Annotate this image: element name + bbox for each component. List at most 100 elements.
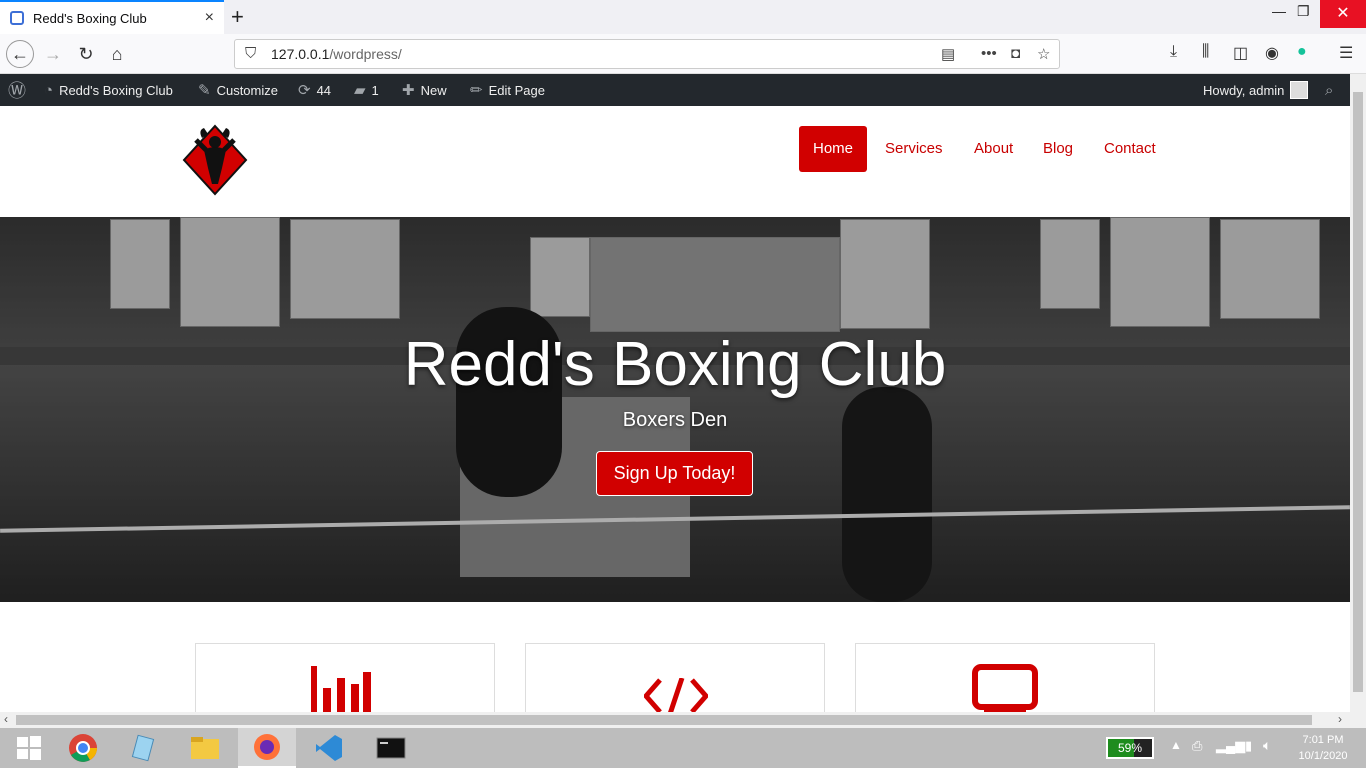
bar-chart-icon [311, 666, 371, 714]
terminal-icon [376, 737, 406, 759]
feature-card [855, 643, 1155, 713]
site-header: Home Services About Blog Contact [0, 106, 1350, 217]
brush-icon: ✎ [198, 82, 211, 99]
customize-label: Customize [216, 82, 278, 98]
admin-site-name: Redd's Boxing Club [59, 82, 173, 98]
clock-date: 10/1/2020 [1298, 750, 1348, 762]
network-signal-icon[interactable]: ▂▄▆ [1216, 738, 1245, 754]
chrome-icon [69, 734, 97, 762]
comment-icon: ▰ [354, 82, 366, 99]
notepad-app[interactable] [114, 728, 172, 768]
my-account-link[interactable]: Howdy, admin [1203, 74, 1309, 106]
wp-admin-bar: Ⓦ ◔ Redd's Boxing Club ✎ Customize ⟳ 44 … [0, 74, 1350, 106]
back-arrow-icon[interactable]: ← [6, 40, 34, 68]
firefox-app[interactable] [238, 728, 296, 768]
wordpress-logo-icon[interactable]: Ⓦ [8, 74, 26, 106]
menu-item-home[interactable]: Home [799, 126, 868, 172]
browser-tab-bar: Redd's Boxing Club × + — ❐ ✕ [0, 0, 1366, 34]
taskbar-clock[interactable]: 7:01 PM 10/1/2020 [1290, 732, 1356, 764]
new-label: New [420, 82, 447, 98]
sign-up-button[interactable]: Sign Up Today! [596, 451, 753, 496]
close-window-icon[interactable]: ✕ [1320, 0, 1366, 28]
vscode-app[interactable] [300, 728, 358, 768]
file-explorer-app[interactable] [176, 728, 234, 768]
boxing-club-logo[interactable] [182, 124, 248, 196]
dashboard-icon: ◔ [44, 81, 54, 99]
updates-link[interactable]: ⟳ 44 [298, 74, 331, 106]
code-icon [644, 678, 708, 714]
howdy-label: Howdy, admin [1203, 82, 1285, 98]
menu-item-services[interactable]: Services [871, 126, 957, 172]
forward-arrow-icon[interactable]: → [39, 40, 67, 68]
avatar [1290, 81, 1309, 99]
chrome-app[interactable] [54, 728, 112, 768]
minimize-window-icon[interactable]: — [1272, 3, 1286, 19]
folder-icon [191, 737, 219, 759]
feature-card [525, 643, 825, 714]
battery-percent: 59% [1117, 741, 1143, 755]
start-button[interactable] [0, 728, 58, 768]
browser-tab[interactable]: Redd's Boxing Club × [0, 0, 224, 34]
hero-title: Redd's Boxing Club [403, 330, 947, 399]
pocket-icon[interactable]: ◘ [1011, 45, 1020, 62]
scroll-right-icon[interactable]: › [1338, 712, 1342, 726]
url-host: 127.0.0.1 [271, 46, 330, 62]
menu-icon[interactable]: ☰ [1339, 43, 1353, 63]
library-icon[interactable]: ⫼ [1202, 43, 1209, 61]
windows-taskbar: 59% ▲ ⎙ ▂▄▆ ▮ 🔈︎ 7:01 PM 10/1/2020 [0, 728, 1366, 768]
tab-title: Redd's Boxing Club [33, 10, 147, 26]
hero-subtitle: Boxers Den [622, 409, 728, 431]
menu-item-about[interactable]: About [960, 126, 1027, 172]
comments-link[interactable]: ▰ 1 [354, 74, 379, 106]
url-bar[interactable]: ⛉ 127.0.0.1/wordpress/ ▤ ••• ◘ ☆ [234, 39, 1060, 69]
browser-nav-bar: ← → ↻ ⌂ ⛉ 127.0.0.1/wordpress/ ▤ ••• ◘ ☆… [0, 34, 1366, 74]
menu-item-blog[interactable]: Blog [1029, 126, 1087, 172]
laptop-icon [972, 664, 1038, 712]
battery-indicator[interactable]: 59% [1106, 737, 1154, 759]
hero-section: Redd's Boxing Club Boxers Den Sign Up To… [0, 217, 1350, 602]
downloads-icon[interactable]: ⤓ [1170, 43, 1177, 61]
url-path: /wordpress/ [329, 46, 402, 62]
edit-page-label: Edit Page [488, 82, 545, 98]
volume-icon[interactable]: 🔈︎ [1263, 737, 1271, 754]
terminal-app[interactable] [362, 728, 420, 768]
comments-count: 1 [371, 82, 379, 98]
customize-link[interactable]: ✎ Customize [198, 74, 278, 106]
edit-page-link[interactable]: ✏ Edit Page [470, 74, 545, 106]
menu-item-contact[interactable]: Contact [1090, 126, 1170, 172]
new-tab-button[interactable]: + [231, 4, 244, 30]
restore-window-icon[interactable]: ❐ [1297, 3, 1310, 20]
reload-icon[interactable]: ↻ [72, 40, 100, 68]
sidebar-icon[interactable]: ◫ [1233, 43, 1248, 63]
account-icon[interactable]: ◉ [1265, 43, 1279, 63]
horizontal-scroll-thumb[interactable] [16, 715, 1312, 725]
feature-card [195, 643, 495, 714]
plus-icon: ✚ [402, 82, 415, 99]
show-hidden-icons-icon[interactable]: ▲ [1170, 738, 1182, 752]
firefox-icon [254, 734, 280, 760]
vscode-icon [316, 735, 342, 761]
clock-time: 7:01 PM [1302, 734, 1344, 746]
admin-search-icon[interactable]: ⌕ [1325, 74, 1333, 106]
vertical-scroll-thumb[interactable] [1353, 92, 1363, 692]
horizontal-scrollbar[interactable]: ‹ › [0, 712, 1366, 728]
site-favicon-icon [10, 11, 24, 25]
admin-site-link[interactable]: ◔ Redd's Boxing Club [44, 74, 173, 106]
pencil-icon: ✏ [470, 82, 483, 99]
grammarly-icon[interactable]: ● [1297, 43, 1307, 61]
windows-logo-icon [17, 736, 41, 760]
new-content-link[interactable]: ✚ New [402, 74, 447, 106]
scroll-left-icon[interactable]: ‹ [4, 712, 8, 726]
shield-icon[interactable]: ⛉ [245, 45, 256, 62]
printer-icon[interactable]: ⎙ [1192, 738, 1202, 754]
bookmark-star-icon[interactable]: ☆ [1037, 45, 1050, 63]
close-tab-icon[interactable]: × [205, 9, 214, 27]
vertical-scrollbar[interactable] [1350, 74, 1366, 712]
page-actions-icon[interactable]: ••• [981, 45, 997, 62]
updates-icon: ⟳ [298, 82, 311, 99]
reader-view-icon[interactable]: ▤ [941, 45, 955, 63]
power-icon[interactable]: ▮ [1245, 738, 1252, 754]
updates-count: 44 [316, 82, 332, 98]
notepad-icon [131, 734, 155, 762]
home-icon[interactable]: ⌂ [103, 40, 131, 68]
